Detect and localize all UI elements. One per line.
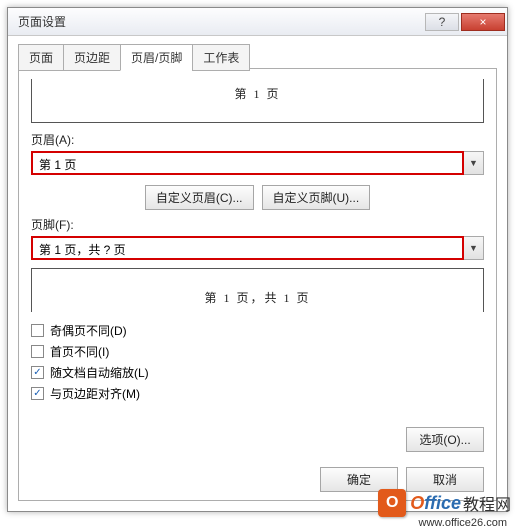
checkbox-icon: ✓ [31,366,44,379]
checkbox-icon [31,345,44,358]
footer-select-value: 第 1 页，共 ? 页 [31,236,464,260]
ok-button[interactable]: 确定 [320,467,398,492]
footer-select[interactable]: 第 1 页，共 ? 页 ▼ [31,236,484,260]
checkbox-icon [31,324,44,337]
check-align[interactable]: ✓ 与页边距对齐(M) [31,385,484,402]
chevron-down-icon: ▼ [469,243,478,253]
header-preview-text: 第 1 页 [234,85,280,102]
tab-page[interactable]: 页面 [18,44,64,71]
tab-header-footer[interactable]: 页眉/页脚 [120,44,193,71]
header-dropdown-button[interactable]: ▼ [464,151,484,175]
header-preview: 第 1 页 [31,79,484,123]
header-select-value: 第 1 页 [31,151,464,175]
header-label: 页眉(A): [31,131,484,148]
custom-header-button[interactable]: 自定义页眉(C)... [145,185,254,210]
titlebar: 页面设置 ? × [8,8,507,36]
help-icon: ? [439,15,446,29]
check-label: 与页边距对齐(M) [50,385,140,402]
close-button[interactable]: × [461,13,505,31]
page-setup-dialog: 页面设置 ? × 页面 页边距 页眉/页脚 工作表 第 1 页 页眉(A): 第… [7,7,508,512]
chevron-down-icon: ▼ [469,158,478,168]
dialog-buttons: 确定 取消 [320,467,484,492]
header-select[interactable]: 第 1 页 ▼ [31,151,484,175]
check-label: 随文档自动缩放(L) [50,364,149,381]
footer-label: 页脚(F): [31,216,484,233]
check-scale[interactable]: ✓ 随文档自动缩放(L) [31,364,484,381]
check-odd-even[interactable]: 奇偶页不同(D) [31,322,484,339]
footer-preview-text: 第 1 页，共 1 页 [204,289,310,306]
check-label: 奇偶页不同(D) [50,322,127,339]
check-label: 首页不同(I) [50,343,109,360]
tab-margins[interactable]: 页边距 [63,44,121,71]
tab-panel-header-footer: 第 1 页 页眉(A): 第 1 页 ▼ 自定义页眉(C)... 自定义页脚(U… [18,68,497,501]
check-first-page[interactable]: 首页不同(I) [31,343,484,360]
tab-strip: 页面 页边距 页眉/页脚 工作表 [18,44,497,71]
footer-dropdown-button[interactable]: ▼ [464,236,484,260]
options-row: 选项(O)... [406,427,484,452]
custom-footer-button[interactable]: 自定义页脚(U)... [262,185,371,210]
checkbox-icon: ✓ [31,387,44,400]
custom-buttons-row: 自定义页眉(C)... 自定义页脚(U)... [31,185,484,210]
tab-sheet[interactable]: 工作表 [192,44,250,71]
dialog-title: 页面设置 [18,13,423,30]
cancel-button[interactable]: 取消 [406,467,484,492]
footer-preview: 第 1 页，共 1 页 [31,268,484,312]
options-button[interactable]: 选项(O)... [406,427,484,452]
checkbox-group: 奇偶页不同(D) 首页不同(I) ✓ 随文档自动缩放(L) ✓ 与页边距对齐(M… [31,322,484,402]
dialog-body: 页面 页边距 页眉/页脚 工作表 第 1 页 页眉(A): 第 1 页 ▼ 自定… [18,44,497,501]
help-button[interactable]: ? [425,13,459,31]
close-icon: × [479,15,486,29]
